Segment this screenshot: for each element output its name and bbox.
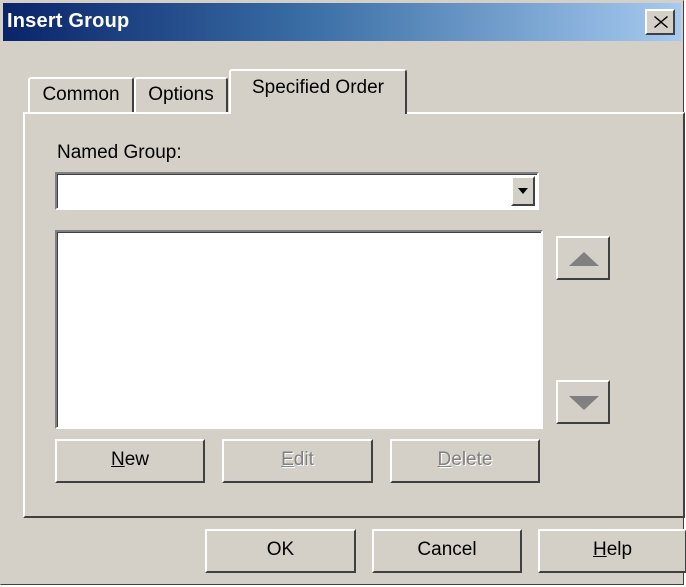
named-group-dropdown[interactable] [55, 172, 539, 210]
move-down-button[interactable] [556, 380, 610, 424]
edit-mnemonic: E [281, 449, 294, 470]
tab-specified-order[interactable]: Specified Order [229, 69, 407, 114]
delete-button[interactable]: Delete [390, 439, 540, 483]
insert-group-dialog: Insert Group Common Options Specified Or… [0, 0, 686, 585]
help-label-rest: elp [606, 539, 633, 560]
dropdown-arrow-button[interactable] [511, 176, 535, 206]
window-title: Insert Group [7, 10, 130, 32]
delete-mnemonic: D [437, 449, 452, 470]
new-label-rest: ew [124, 449, 150, 470]
ok-button[interactable]: OK [205, 529, 356, 573]
help-mnemonic: H [592, 539, 607, 560]
delete-label-rest: elete [451, 449, 493, 470]
help-button[interactable]: Help [538, 529, 686, 573]
title-bar[interactable]: Insert Group [3, 3, 681, 41]
group-order-list[interactable] [55, 230, 543, 429]
edit-button[interactable]: Edit [222, 439, 373, 483]
tab-options[interactable]: Options [134, 77, 228, 113]
edit-label-rest: dit [293, 449, 314, 470]
cancel-button[interactable]: Cancel [372, 529, 522, 573]
new-button[interactable]: New [55, 439, 205, 483]
tab-common[interactable]: Common [28, 77, 134, 113]
close-button[interactable] [645, 9, 675, 35]
new-mnemonic: N [110, 449, 125, 470]
named-group-label: Named Group: [57, 142, 182, 163]
move-up-button[interactable] [556, 236, 610, 280]
